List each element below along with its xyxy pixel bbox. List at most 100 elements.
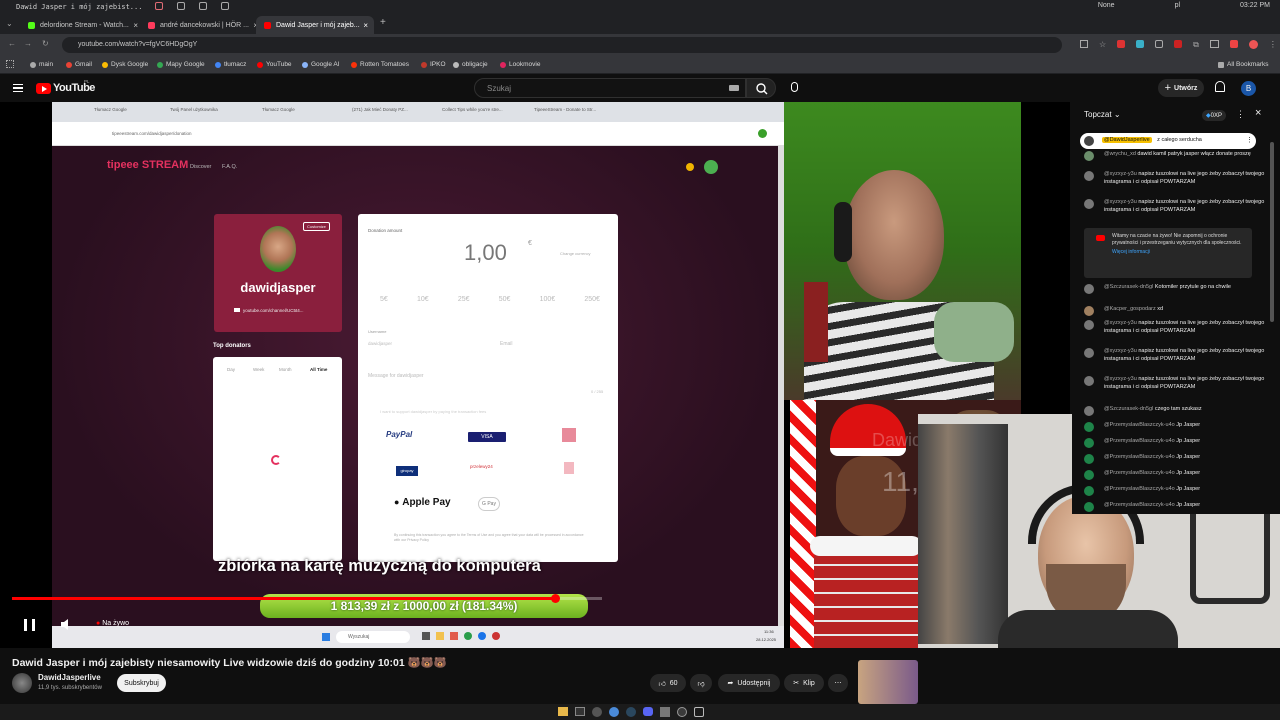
- browser-tab-active[interactable]: Dawid Jasper i mój zajeb... ×: [256, 16, 374, 34]
- pinned-message[interactable]: @DawidJasperlive z całego serducha ⋮: [1080, 133, 1256, 149]
- clip-button[interactable]: ✂ Klip: [784, 674, 824, 692]
- extension-icon[interactable]: [1155, 40, 1164, 48]
- profile-icon[interactable]: [1248, 40, 1258, 49]
- volume-icon[interactable]: [60, 618, 72, 631]
- app-icon[interactable]: [660, 707, 670, 717]
- bank-transfer-icon: [562, 428, 576, 442]
- chat-scrollbar[interactable]: [1270, 142, 1274, 322]
- screenshot-icon[interactable]: [221, 2, 229, 10]
- more-options-icon[interactable]: ⋮: [1236, 109, 1245, 120]
- bookmark-item[interactable]: Gmail: [66, 61, 92, 68]
- hamburger-menu-icon[interactable]: [13, 84, 23, 92]
- extension-red2-icon[interactable]: [1174, 40, 1183, 48]
- subscribe-label: Subskrybuj: [124, 679, 159, 687]
- bookmark-item[interactable]: main: [30, 61, 53, 68]
- youtube-icon: [264, 21, 271, 29]
- window-icon[interactable]: [199, 2, 207, 10]
- channel-name[interactable]: DawidJasperlive: [38, 673, 101, 682]
- back-icon[interactable]: ←: [8, 39, 16, 48]
- video-player[interactable]: Tłumacz Google Twój Panel użytkownika Tł…: [0, 102, 1070, 648]
- live-indicator[interactable]: ● Na żywo: [96, 620, 129, 627]
- steam-icon[interactable]: [626, 707, 636, 717]
- clip-label: Klip: [803, 679, 815, 687]
- youtube-icon: [234, 308, 240, 312]
- pause-icon[interactable]: [24, 619, 35, 631]
- install-icon[interactable]: [1080, 40, 1088, 48]
- window-controls[interactable]: [155, 2, 229, 10]
- streamer-name: dawidjasper: [240, 280, 316, 295]
- bookmark-item[interactable]: IPKO: [421, 61, 446, 68]
- chat-message: @Kacper_gospodarz xd: [1084, 306, 1270, 316]
- bookmark-item[interactable]: YouTube: [257, 61, 292, 68]
- more-info-link[interactable]: Więcej informacji: [1112, 249, 1246, 256]
- extension-m-icon[interactable]: [1229, 40, 1238, 48]
- extension-icons[interactable]: ☆ ⧉ ⋮: [1080, 40, 1277, 50]
- close-chat-icon[interactable]: ×: [1255, 107, 1261, 119]
- browser-tab[interactable]: andré dancekowski | HÖR ... ×: [140, 16, 264, 34]
- url-text: youtube.com/watch?v=fgVC6HDgOgY: [78, 41, 198, 48]
- record-icon[interactable]: [155, 2, 163, 10]
- language-label[interactable]: pl: [1175, 2, 1180, 9]
- bookmark-item[interactable]: Rotten Tomatoes: [351, 61, 409, 68]
- progress-track[interactable]: [12, 597, 602, 600]
- user-label[interactable]: None: [1098, 2, 1115, 9]
- notifications-bell-icon[interactable]: [1215, 81, 1225, 92]
- sidepanel-icon[interactable]: [1209, 40, 1219, 48]
- related-video-thumbnail[interactable]: [858, 660, 918, 704]
- tab-label: andré dancekowski | HÖR ...: [160, 21, 249, 29]
- reload-icon[interactable]: ↻: [42, 39, 49, 48]
- new-tab-icon[interactable]: +: [380, 17, 386, 28]
- close-icon[interactable]: ×: [133, 21, 138, 30]
- url-field[interactable]: youtube.com/watch?v=fgVC6HDgOgY: [62, 37, 1062, 53]
- bookmark-item[interactable]: Mapy Google: [157, 61, 205, 68]
- bookmark-item[interactable]: Google AI: [302, 61, 340, 68]
- more-actions-button[interactable]: ⋯: [828, 674, 848, 692]
- share-button[interactable]: ➦ Udostępnij: [718, 674, 780, 692]
- obs-icon[interactable]: [592, 707, 602, 717]
- taskbar-icons[interactable]: [558, 707, 704, 717]
- bookmark-item[interactable]: obligacje: [453, 61, 488, 68]
- points-badge[interactable]: ◆0XP: [1202, 110, 1226, 121]
- tab-list-icon[interactable]: ⌄: [6, 19, 13, 28]
- menu-dots-icon[interactable]: ⋮: [1269, 40, 1277, 50]
- youtube-icon: [257, 61, 263, 68]
- movie-icon: [500, 61, 506, 68]
- like-button[interactable]: 👍︎ 60: [650, 674, 686, 692]
- pin-menu-icon[interactable]: ⋮: [1246, 136, 1253, 144]
- chat-message: @PrzemyslawBlaszczyk-u4o Jp Jasper: [1084, 438, 1270, 448]
- streamer-avatar: [260, 226, 296, 272]
- account-avatar[interactable]: B: [1241, 81, 1256, 96]
- monitor-icon[interactable]: [177, 2, 185, 10]
- voice-search-icon[interactable]: [791, 82, 798, 92]
- extension-red-icon[interactable]: [1117, 40, 1126, 48]
- browser-icon[interactable]: [609, 707, 619, 717]
- channel-avatar[interactable]: [12, 673, 32, 693]
- star-icon[interactable]: ☆: [1099, 40, 1106, 50]
- keyboard-icon[interactable]: [729, 85, 739, 91]
- all-bookmarks[interactable]: All Bookmarks: [1218, 61, 1269, 68]
- search-input[interactable]: Szukaj: [474, 78, 746, 98]
- settings-icon[interactable]: [694, 707, 704, 717]
- terminal-icon[interactable]: [575, 707, 585, 716]
- bookmark-item[interactable]: Lookmovie: [500, 61, 540, 68]
- bookmark-item[interactable]: Dysk Google: [102, 61, 148, 68]
- subscribe-button[interactable]: Subskrybuj: [117, 674, 166, 692]
- dislike-button[interactable]: 👎︎: [690, 674, 712, 692]
- avatar: [1084, 422, 1094, 432]
- progress-scrubber[interactable]: [550, 594, 560, 603]
- youtube-logo-icon[interactable]: [36, 83, 51, 94]
- puzzle-icon[interactable]: ⧉: [1193, 40, 1199, 50]
- search-button[interactable]: [746, 78, 776, 98]
- discord-icon[interactable]: [643, 707, 653, 716]
- clothes-rack: [918, 424, 1008, 644]
- bookmark-item[interactable]: tłumacz: [215, 61, 246, 68]
- folder-icon[interactable]: [558, 707, 568, 716]
- extension-cyan-icon[interactable]: [1136, 40, 1145, 48]
- xbox-icon[interactable]: [677, 707, 687, 717]
- browser-tab[interactable]: delordione Stream - Watch... ×: [20, 16, 144, 34]
- chat-header-dropdown[interactable]: Topczat ⌄: [1084, 110, 1121, 119]
- forward-icon[interactable]: →: [24, 39, 32, 48]
- close-icon[interactable]: ×: [363, 21, 368, 30]
- apps-grid-icon[interactable]: [6, 60, 14, 68]
- create-button[interactable]: + Utwórz: [1158, 79, 1204, 97]
